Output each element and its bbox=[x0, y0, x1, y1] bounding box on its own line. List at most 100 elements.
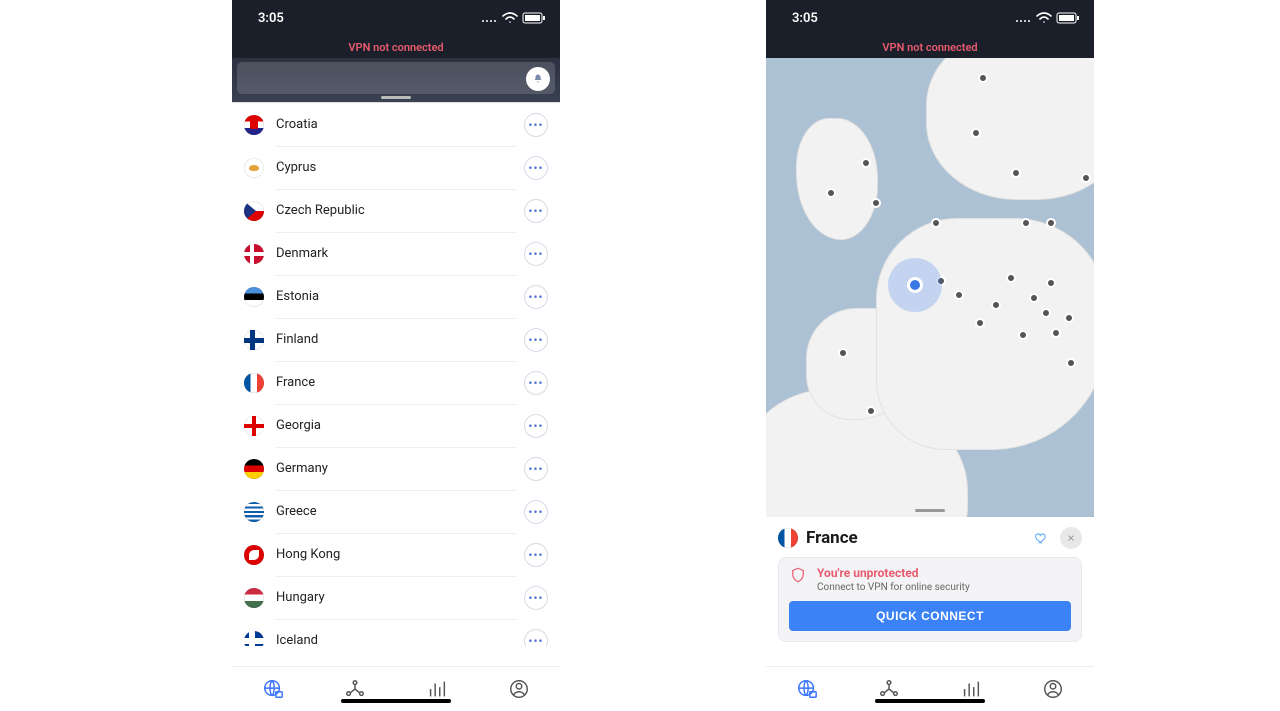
sheet-drag-handle[interactable] bbox=[915, 509, 945, 512]
country-row[interactable]: Cyprus••• bbox=[232, 146, 560, 189]
server-dot[interactable] bbox=[1029, 293, 1039, 303]
country-row[interactable]: France ••• bbox=[232, 361, 560, 404]
close-icon bbox=[1066, 533, 1076, 543]
flag-icon bbox=[244, 588, 264, 608]
vpn-status-banner: VPN not connected bbox=[232, 36, 560, 58]
quick-connect-button[interactable]: QUICK CONNECT bbox=[789, 601, 1071, 631]
country-more-button[interactable]: ••• bbox=[524, 156, 548, 180]
flag-icon bbox=[244, 287, 264, 307]
phone-map-view: 3:05 VPN not connected bbox=[766, 0, 1094, 711]
profile-icon bbox=[1042, 678, 1064, 700]
home-indicator[interactable] bbox=[341, 699, 451, 703]
country-more-button[interactable]: ••• bbox=[524, 543, 548, 567]
battery-icon bbox=[1056, 12, 1080, 24]
server-dot[interactable] bbox=[1064, 313, 1074, 323]
country-more-button[interactable]: ••• bbox=[524, 500, 548, 524]
nav-profile-button[interactable] bbox=[1040, 676, 1066, 702]
map-land bbox=[876, 218, 1094, 450]
country-more-button[interactable]: ••• bbox=[524, 113, 548, 137]
server-dot[interactable] bbox=[1041, 308, 1051, 318]
country-row[interactable]: Finland••• bbox=[232, 318, 560, 361]
flag-icon bbox=[244, 244, 264, 264]
flag-icon bbox=[244, 158, 264, 178]
globe-lock-icon bbox=[796, 678, 818, 700]
unprotected-card: You're unprotected Connect to VPN for on… bbox=[778, 557, 1082, 642]
country-list[interactable]: Croatia•••Cyprus•••Czech Republic•••Denm… bbox=[232, 103, 560, 646]
country-name: Iceland bbox=[276, 633, 318, 647]
bell-icon bbox=[532, 73, 544, 85]
server-dot[interactable] bbox=[978, 73, 988, 83]
server-dot[interactable] bbox=[1006, 273, 1016, 283]
country-more-button[interactable]: ••• bbox=[524, 285, 548, 309]
selected-country-name: France bbox=[806, 528, 1022, 548]
flag-icon bbox=[244, 502, 264, 522]
server-dot[interactable] bbox=[991, 300, 1001, 310]
nav-map-button[interactable] bbox=[260, 676, 286, 702]
country-more-button[interactable]: ••• bbox=[524, 371, 548, 395]
bottom-nav bbox=[766, 666, 1094, 711]
country-row[interactable]: Greece••• bbox=[232, 490, 560, 533]
favorite-button[interactable] bbox=[1030, 527, 1052, 549]
country-name: Hong Kong bbox=[276, 547, 340, 562]
server-dot[interactable] bbox=[866, 406, 876, 416]
battery-icon bbox=[522, 12, 546, 24]
server-dot[interactable] bbox=[871, 198, 881, 208]
country-more-button[interactable]: ••• bbox=[524, 414, 548, 438]
server-dot[interactable] bbox=[1066, 358, 1076, 368]
country-row[interactable]: Hong Kong ••• bbox=[232, 533, 560, 576]
vpn-status-banner: VPN not connected bbox=[766, 36, 1094, 58]
connection-sheet: France You're unprotected Connect to VPN… bbox=[766, 517, 1094, 642]
bars-icon bbox=[960, 678, 982, 700]
flag-icon bbox=[244, 330, 264, 350]
globe-lock-icon bbox=[262, 678, 284, 700]
server-map[interactable] bbox=[766, 58, 1094, 517]
cellular-icon bbox=[480, 12, 498, 24]
selected-flag-icon bbox=[778, 528, 798, 548]
country-row[interactable]: Denmark ••• bbox=[232, 232, 560, 275]
nav-map-button[interactable] bbox=[794, 676, 820, 702]
server-dot[interactable] bbox=[1051, 328, 1061, 338]
close-sheet-button[interactable] bbox=[1060, 527, 1082, 549]
country-name: France bbox=[276, 375, 315, 390]
sheet-drag-handle[interactable] bbox=[381, 96, 411, 99]
server-dot[interactable] bbox=[931, 218, 941, 228]
country-more-button[interactable]: ••• bbox=[524, 242, 548, 266]
flag-icon bbox=[244, 459, 264, 479]
country-row[interactable]: Georgia ••• bbox=[232, 404, 560, 447]
server-dot[interactable] bbox=[954, 290, 964, 300]
server-dot[interactable] bbox=[826, 188, 836, 198]
country-row[interactable]: Hungary••• bbox=[232, 576, 560, 619]
home-indicator[interactable] bbox=[875, 699, 985, 703]
server-dot[interactable] bbox=[971, 128, 981, 138]
sheet-header: France bbox=[778, 527, 1082, 549]
country-more-button[interactable]: ••• bbox=[524, 199, 548, 223]
country-name: Georgia bbox=[276, 418, 321, 433]
server-dot[interactable] bbox=[1011, 168, 1021, 178]
country-row[interactable]: Czech Republic••• bbox=[232, 189, 560, 232]
country-more-button[interactable]: ••• bbox=[524, 586, 548, 610]
notifications-button[interactable] bbox=[526, 67, 550, 91]
country-row[interactable]: Croatia••• bbox=[232, 103, 560, 146]
selected-location-marker[interactable] bbox=[888, 258, 942, 312]
server-dot[interactable] bbox=[1046, 218, 1056, 228]
country-name: Denmark bbox=[276, 246, 328, 261]
search-input[interactable] bbox=[237, 62, 555, 94]
country-row[interactable]: Germany••• bbox=[232, 447, 560, 490]
nav-profile-button[interactable] bbox=[506, 676, 532, 702]
server-dot[interactable] bbox=[975, 318, 985, 328]
country-more-button[interactable]: ••• bbox=[524, 629, 548, 647]
server-dot[interactable] bbox=[1081, 173, 1091, 183]
country-row[interactable]: Estonia••• bbox=[232, 275, 560, 318]
server-dot[interactable] bbox=[1021, 218, 1031, 228]
country-more-button[interactable]: ••• bbox=[524, 328, 548, 352]
server-dot[interactable] bbox=[838, 348, 848, 358]
server-dot[interactable] bbox=[861, 158, 871, 168]
status-icons bbox=[480, 12, 546, 24]
server-dot[interactable] bbox=[1046, 278, 1056, 288]
country-more-button[interactable]: ••• bbox=[524, 457, 548, 481]
map-land bbox=[926, 58, 1094, 200]
profile-icon bbox=[508, 678, 530, 700]
flag-icon bbox=[244, 373, 264, 393]
server-dot[interactable] bbox=[1018, 330, 1028, 340]
country-row[interactable]: Iceland ••• bbox=[232, 619, 560, 646]
